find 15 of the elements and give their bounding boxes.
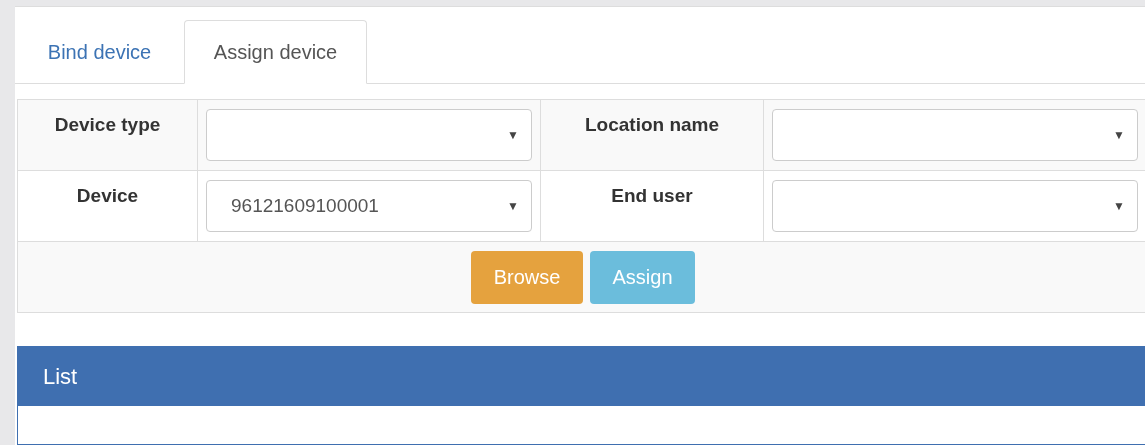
select-field[interactable]: ▼	[772, 109, 1138, 161]
caret-icon: ▼	[507, 128, 519, 142]
caret-icon: ▼	[507, 199, 519, 213]
panel-title: List	[43, 363, 78, 390]
select-field[interactable]: ▼	[772, 180, 1138, 232]
tab[interactable]: Bind device	[15, 20, 184, 84]
caret-icon: ▼	[1113, 128, 1125, 142]
field-label: Location name	[584, 114, 720, 137]
field-label: Device	[76, 185, 139, 208]
select-field[interactable]: 96121609100001 ▼	[206, 180, 532, 232]
field-label: End user	[611, 185, 693, 208]
tab[interactable]: Assign device	[184, 20, 367, 84]
field-label: Device type	[54, 114, 161, 137]
caret-icon: ▼	[1113, 199, 1125, 213]
select-field[interactable]: ▼	[206, 109, 532, 161]
